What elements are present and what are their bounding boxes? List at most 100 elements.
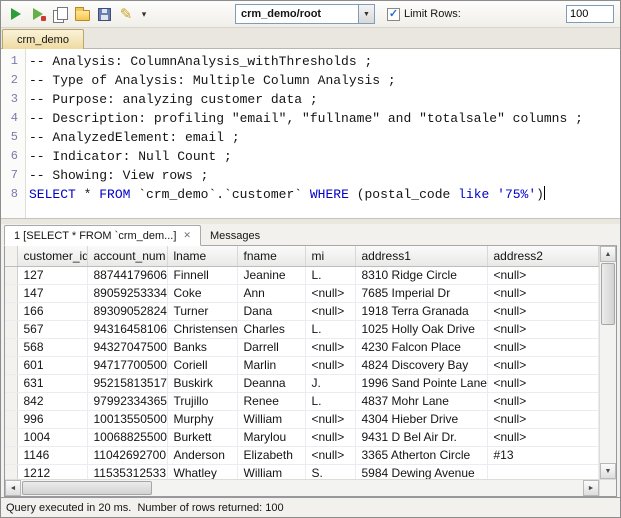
table-cell: Murphy xyxy=(167,410,237,428)
table-cell: <null> xyxy=(305,302,355,320)
row-selector[interactable] xyxy=(5,374,17,392)
table-row[interactable]: 16689309052824TurnerDana<null>1918 Terra… xyxy=(5,302,599,320)
table-row[interactable]: 56794316458106ChristensenCharlesL.1025 H… xyxy=(5,320,599,338)
combo-dropdown-icon[interactable]: ▼ xyxy=(358,5,374,23)
table-cell: 996 xyxy=(17,410,87,428)
close-tab-icon[interactable]: ✕ xyxy=(183,231,191,240)
editor-tab-crm-demo[interactable]: crm_demo xyxy=(2,29,84,49)
table-cell: 127 xyxy=(17,266,87,284)
table-cell: 97992334365 xyxy=(87,392,167,410)
save-icon[interactable] xyxy=(93,4,115,24)
table-cell: 10068825500 xyxy=(87,428,167,446)
table-row[interactable]: 121211535312533WhatleyWilliamS.5984 Dewi… xyxy=(5,464,599,479)
table-cell: Coriell xyxy=(167,356,237,374)
scroll-up-icon[interactable]: ▲ xyxy=(600,246,616,262)
table-cell: <null> xyxy=(305,356,355,374)
row-selector[interactable] xyxy=(5,338,17,356)
table-row[interactable]: 12788744179606FinnellJeanineL.8310 Ridge… xyxy=(5,266,599,284)
code-text: -- Purpose: analyzing customer data ; xyxy=(25,90,318,109)
connection-combo-value: crm_demo/root xyxy=(236,8,358,20)
table-cell: <null> xyxy=(487,410,599,428)
row-selector[interactable] xyxy=(5,392,17,410)
table-cell: 1212 xyxy=(17,464,87,479)
row-selector[interactable] xyxy=(5,356,17,374)
table-cell: 94717700500 xyxy=(87,356,167,374)
scroll-down-icon[interactable]: ▼ xyxy=(600,463,616,479)
column-header-address2[interactable]: address2 xyxy=(487,246,599,266)
row-selector[interactable] xyxy=(5,284,17,302)
vertical-scrollbar-thumb[interactable] xyxy=(601,263,615,325)
table-cell: Banks xyxy=(167,338,237,356)
table-row[interactable]: 60194717700500CoriellMarlin<null>4824 Di… xyxy=(5,356,599,374)
run-script-icon[interactable] xyxy=(27,4,49,24)
table-cell: 1146 xyxy=(17,446,87,464)
table-cell: 567 xyxy=(17,320,87,338)
table-row[interactable]: 14789059253334CokeAnn<null>7685 Imperial… xyxy=(5,284,599,302)
table-cell: 94316458106 xyxy=(87,320,167,338)
column-header-customer_id[interactable]: customer_id xyxy=(17,246,87,266)
table-cell: Marylou xyxy=(237,428,305,446)
sql-editor[interactable]: 1-- Analysis: ColumnAnalysis_withThresho… xyxy=(1,49,620,219)
table-cell: <null> xyxy=(487,284,599,302)
table-row[interactable]: 99610013550500MurphyWilliam<null>4304 Hi… xyxy=(5,410,599,428)
table-cell: 9431 D Bel Air Dr. xyxy=(355,428,487,446)
column-header-address1[interactable]: address1 xyxy=(355,246,487,266)
editor-line: 2-- Type of Analysis: Multiple Column An… xyxy=(1,71,620,90)
connection-combo[interactable]: crm_demo/root ▼ xyxy=(235,4,375,24)
results-tab-messages[interactable]: Messages xyxy=(201,225,269,246)
table-cell: 11042692700 xyxy=(87,446,167,464)
column-header-lname[interactable]: lname xyxy=(167,246,237,266)
copy-icon[interactable] xyxy=(49,4,71,24)
table-cell: 11535312533 xyxy=(87,464,167,479)
table-cell: <null> xyxy=(487,320,599,338)
sql-query-editor-window: ✎ ▾ crm_demo/root ▼ ✓ Limit Rows: crm_de… xyxy=(0,0,621,518)
table-row[interactable]: 84297992334365TrujilloReneeL.4837 Mohr L… xyxy=(5,392,599,410)
table-row[interactable]: 63195215813517BuskirkDeannaJ.1996 Sand P… xyxy=(5,374,599,392)
row-selector[interactable] xyxy=(5,266,17,284)
menu-dropdown-icon[interactable]: ▾ xyxy=(137,4,151,24)
row-selector[interactable] xyxy=(5,302,17,320)
scroll-left-icon[interactable]: ◄ xyxy=(5,480,21,496)
row-selector[interactable] xyxy=(5,410,17,428)
table-cell: Burkett xyxy=(167,428,237,446)
vertical-scrollbar[interactable]: ▲ ▼ xyxy=(599,246,616,479)
row-selector[interactable] xyxy=(5,446,17,464)
table-row[interactable]: 114611042692700AndersonElizabeth<null>33… xyxy=(5,446,599,464)
row-selector[interactable] xyxy=(5,320,17,338)
table-row[interactable]: 100410068825500BurkettMarylou <null>9431 … xyxy=(5,428,599,446)
table-cell: <null> xyxy=(305,446,355,464)
column-header-mi[interactable]: mi xyxy=(305,246,355,266)
horizontal-scrollbar-thumb[interactable] xyxy=(22,481,152,495)
edit-icon[interactable]: ✎ xyxy=(115,4,137,24)
run-triangle-icon xyxy=(11,8,21,20)
row-selector[interactable] xyxy=(5,428,17,446)
folder-icon xyxy=(75,10,90,21)
open-file-icon[interactable] xyxy=(71,4,93,24)
column-header-account_num[interactable]: account_num xyxy=(87,246,167,266)
table-cell: 95215813517 xyxy=(87,374,167,392)
scroll-right-icon[interactable]: ► xyxy=(583,480,599,496)
table-cell: 166 xyxy=(17,302,87,320)
table-cell: 8310 Ridge Circle xyxy=(355,266,487,284)
table-cell: 10013550500 xyxy=(87,410,167,428)
table-cell: 1996 Sand Pointe Lane xyxy=(355,374,487,392)
table-cell: <null> xyxy=(305,338,355,356)
row-selector[interactable] xyxy=(5,464,17,479)
table-row[interactable]: 56894327047500BanksDarrell<null>4230 Fal… xyxy=(5,338,599,356)
table-cell: 1004 xyxy=(17,428,87,446)
results-tab-query1[interactable]: 1 [SELECT * FROM `crm_dem...] ✕ xyxy=(4,225,201,246)
limit-rows-input[interactable] xyxy=(566,5,614,23)
run-script-dot-icon xyxy=(41,16,46,21)
table-cell: 601 xyxy=(17,356,87,374)
column-header-fname[interactable]: fname xyxy=(237,246,305,266)
table-cell: 4304 Hieber Drive xyxy=(355,410,487,428)
table-cell: <null> xyxy=(487,428,599,446)
horizontal-scrollbar[interactable]: ◄ ► xyxy=(5,480,599,496)
line-number: 5 xyxy=(1,128,25,147)
table-cell: 89309052824 xyxy=(87,302,167,320)
table-cell: 4824 Discovery Bay xyxy=(355,356,487,374)
table-cell: L. xyxy=(305,392,355,410)
limit-rows-checkbox[interactable]: ✓ xyxy=(387,8,400,21)
table-cell: 7685 Imperial Dr xyxy=(355,284,487,302)
run-query-icon[interactable] xyxy=(5,4,27,24)
